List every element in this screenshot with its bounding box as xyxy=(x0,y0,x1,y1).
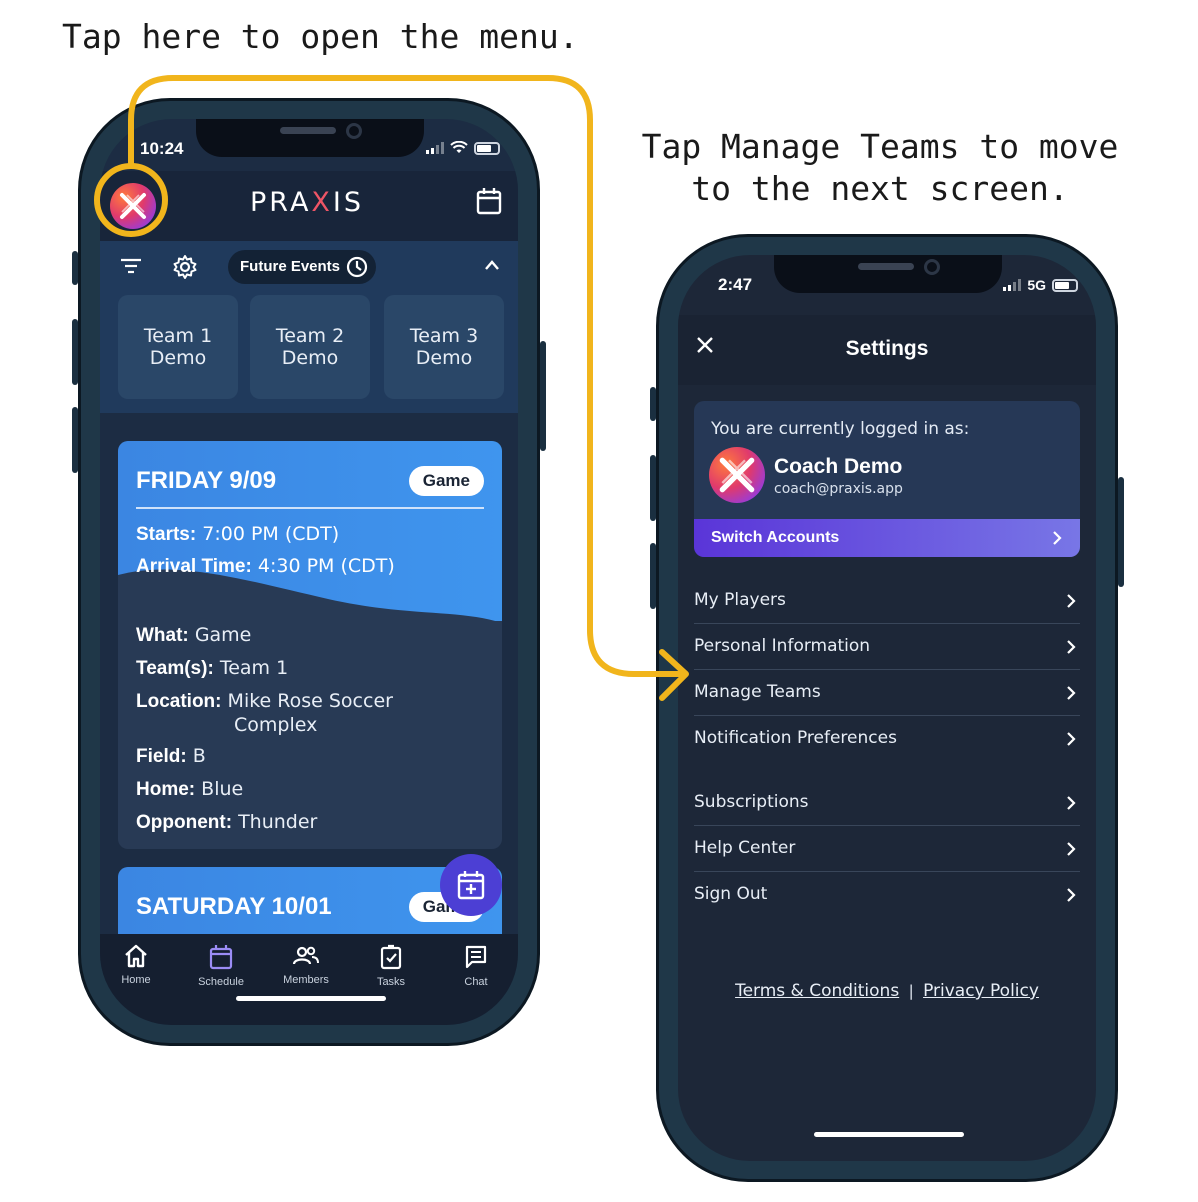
tab-tasks[interactable]: Tasks xyxy=(351,944,431,988)
tab-chat[interactable]: Chat xyxy=(436,944,516,988)
wifi-icon xyxy=(450,141,468,153)
home-indicator xyxy=(814,1132,964,1137)
status-time: 10:24 xyxy=(140,139,184,158)
tasks-icon xyxy=(380,944,402,970)
tab-members[interactable]: Members xyxy=(266,944,346,986)
signal-icon xyxy=(426,142,444,154)
add-event-button[interactable] xyxy=(440,854,502,916)
signal-icon xyxy=(1003,279,1022,291)
tab-home[interactable]: Home xyxy=(100,944,176,986)
status-bar: 2:47 5G xyxy=(678,273,1096,299)
battery-icon xyxy=(474,141,500,155)
network-label: 5G xyxy=(1027,277,1046,293)
members-icon xyxy=(292,946,319,965)
home-indicator xyxy=(236,996,386,1001)
chat-icon xyxy=(465,945,487,969)
calendar-icon xyxy=(209,945,233,970)
home-icon xyxy=(125,944,147,968)
annotation-arrow xyxy=(128,75,682,677)
status-bar: 10:24 xyxy=(100,137,518,163)
status-time: 2:47 xyxy=(718,275,753,294)
battery-icon xyxy=(1052,278,1078,292)
highlight-circle xyxy=(94,163,168,237)
tab-schedule[interactable]: Schedule xyxy=(181,944,261,988)
bottom-tab-bar: Home Schedule Members Tasks Chat xyxy=(100,934,518,1025)
calendar-add-icon xyxy=(457,871,485,900)
